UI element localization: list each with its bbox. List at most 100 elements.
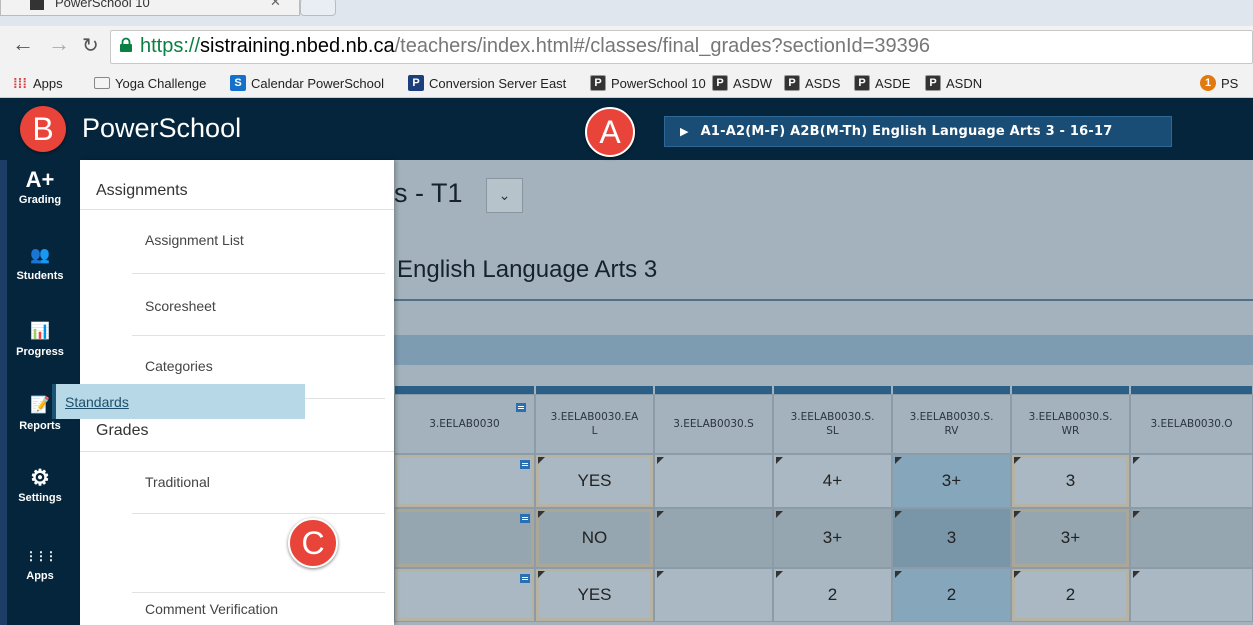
column-header[interactable]: 3.EELAB0030.S bbox=[654, 394, 773, 454]
cell-flag-icon bbox=[1014, 511, 1021, 518]
column-header[interactable]: 3.EELAB0030.O bbox=[1130, 394, 1253, 454]
powerschool-favicon-icon bbox=[30, 0, 44, 10]
grade-cell[interactable]: 2 bbox=[1011, 568, 1130, 622]
menu-divider bbox=[80, 451, 394, 452]
grade-cell[interactable]: 3+ bbox=[773, 508, 892, 568]
nav-students[interactable]: 👥 Students bbox=[0, 244, 80, 282]
cell-flag-icon bbox=[1133, 457, 1140, 464]
bookmark-label: ASDN bbox=[946, 75, 983, 91]
reload-icon[interactable]: ↻ bbox=[82, 33, 99, 58]
brand-logo[interactable]: PowerSchool bbox=[82, 113, 241, 144]
tab-close-icon[interactable]: ✕ bbox=[270, 0, 281, 10]
menu-divider bbox=[80, 209, 394, 210]
menu-item-standards[interactable]: Standards bbox=[52, 384, 305, 419]
grade-cell[interactable] bbox=[654, 568, 773, 622]
grade-cell[interactable] bbox=[1130, 454, 1253, 508]
grade-cell[interactable]: YES bbox=[535, 454, 654, 508]
grade-cell[interactable] bbox=[654, 454, 773, 508]
bookmark-apps[interactable]: ⁞⁞⁞ Apps bbox=[12, 68, 63, 98]
menu-item-categories[interactable]: Categories bbox=[145, 358, 213, 374]
powerschool-p-icon: P bbox=[712, 75, 728, 91]
column-header-bar bbox=[395, 386, 534, 394]
comment-bubble-icon[interactable] bbox=[516, 403, 526, 412]
column-header[interactable]: 3.EELAB0030.EA L bbox=[535, 394, 654, 454]
bookmark-powerschool-10[interactable]: P PowerSchool 10 bbox=[590, 68, 706, 98]
grade-cell[interactable]: 3 bbox=[892, 508, 1011, 568]
bookmark-yoga-challenge[interactable]: Yoga Challenge bbox=[94, 68, 206, 98]
comment-icon[interactable] bbox=[520, 574, 530, 583]
column-header-text: WR bbox=[1061, 425, 1080, 437]
browser-tab[interactable] bbox=[0, 0, 300, 16]
grade-cell[interactable]: 3+ bbox=[892, 454, 1011, 508]
class-title: English Language Arts 3 bbox=[397, 256, 658, 283]
bookmark-ps[interactable]: 1 PS bbox=[1200, 68, 1238, 98]
grade-cell[interactable]: 2 bbox=[892, 568, 1011, 622]
grade-cell[interactable] bbox=[394, 454, 535, 508]
nav-progress[interactable]: 📊 Progress bbox=[0, 320, 80, 358]
folder-icon bbox=[94, 77, 110, 89]
column-header-text: 3.EELAB0030 bbox=[429, 418, 500, 430]
column-header-text: 3.EELAB0030.EA bbox=[550, 411, 639, 423]
grade-cell[interactable]: 2 bbox=[773, 568, 892, 622]
grade-value: 3+ bbox=[941, 471, 962, 490]
grade-cell[interactable] bbox=[654, 508, 773, 568]
term-dropdown-chevron-icon[interactable]: ⌄ bbox=[486, 178, 523, 213]
menu-item-traditional[interactable]: Traditional bbox=[145, 474, 210, 490]
comment-icon[interactable] bbox=[520, 514, 530, 523]
grade-cell[interactable]: 3 bbox=[1011, 454, 1130, 508]
nav-settings[interactable]: ⚙ Settings bbox=[0, 466, 80, 505]
grade-cell[interactable] bbox=[394, 568, 535, 622]
grade-cell[interactable]: 4+ bbox=[773, 454, 892, 508]
cell-flag-icon bbox=[1014, 457, 1021, 464]
forward-arrow-icon[interactable]: → bbox=[48, 31, 70, 57]
grade-cell[interactable]: YES bbox=[535, 568, 654, 622]
nav-label: Apps bbox=[26, 570, 54, 582]
column-header-text: 3.EELAB0030.S bbox=[673, 418, 754, 430]
grid-toolbar-band bbox=[394, 335, 1253, 365]
column-header-text: 3.EELAB0030.O bbox=[1150, 418, 1233, 430]
bookmark-asde[interactable]: P ASDE bbox=[854, 68, 910, 98]
bookmark-asdn[interactable]: P ASDN bbox=[925, 68, 982, 98]
grade-value: 2 bbox=[946, 585, 957, 604]
cell-flag-icon bbox=[1014, 571, 1021, 578]
bookmark-conversion-server-east[interactable]: P Conversion Server East bbox=[408, 68, 566, 98]
grade-cell[interactable] bbox=[1130, 568, 1253, 622]
bookmark-asdw[interactable]: P ASDW bbox=[712, 68, 772, 98]
url-scheme: https:// bbox=[140, 35, 201, 57]
cell-flag-icon bbox=[895, 511, 902, 518]
cell-flag-icon bbox=[1133, 571, 1140, 578]
powerschool-p-icon: P bbox=[590, 75, 606, 91]
grade-value: 3 bbox=[946, 528, 957, 547]
section-selector-label: A1-A2(M-F) A2B(M-Th) English Language Ar… bbox=[700, 124, 1113, 139]
url-host: sistraining.nbed.nb.ca bbox=[200, 35, 395, 57]
url-text[interactable]: https://sistraining.nbed.nb.ca/teachers/… bbox=[140, 35, 930, 58]
column-header-bar bbox=[774, 386, 891, 394]
menu-item-comment-verification[interactable]: Comment Verification bbox=[145, 601, 278, 617]
column-header[interactable]: 3.EELAB0030.S. SL bbox=[773, 394, 892, 454]
powerschool-p-icon: P bbox=[925, 75, 941, 91]
nav-apps[interactable]: ⋮⋮⋮ Apps bbox=[0, 544, 80, 582]
section-selector-button[interactable]: ▶ A1-A2(M-F) A2B(M-Th) English Language A… bbox=[664, 116, 1172, 147]
apps-grid-icon: ⋮⋮⋮ bbox=[25, 549, 57, 563]
nav-grading[interactable]: A+ Grading bbox=[0, 167, 80, 207]
cell-flag-icon bbox=[538, 571, 545, 578]
grade-cell[interactable] bbox=[394, 508, 535, 568]
bookmark-asds[interactable]: P ASDS bbox=[784, 68, 840, 98]
menu-item-assignment-list[interactable]: Assignment List bbox=[145, 232, 244, 248]
menu-item-scoresheet[interactable]: Scoresheet bbox=[145, 298, 216, 314]
orange-circle-icon: 1 bbox=[1200, 75, 1216, 91]
back-arrow-icon[interactable]: ← bbox=[12, 31, 34, 57]
column-header[interactable]: 3.EELAB0030.S. WR bbox=[1011, 394, 1130, 454]
new-tab-button[interactable] bbox=[300, 0, 336, 16]
column-header[interactable]: 3.EELAB0030 bbox=[394, 394, 535, 454]
comment-icon[interactable] bbox=[520, 460, 530, 469]
powerschool-p-icon: P bbox=[784, 75, 800, 91]
column-header[interactable]: 3.EELAB0030.S. RV bbox=[892, 394, 1011, 454]
bookmark-calendar-powerschool[interactable]: S Calendar PowerSchool bbox=[230, 68, 384, 98]
nav-label: Grading bbox=[18, 194, 62, 206]
grade-cell[interactable]: 3+ bbox=[1011, 508, 1130, 568]
grade-a-plus-icon: A+ bbox=[25, 167, 55, 192]
grade-cell[interactable]: NO bbox=[535, 508, 654, 568]
grade-cell[interactable] bbox=[1130, 508, 1253, 568]
callout-b-badge: B bbox=[20, 106, 66, 152]
